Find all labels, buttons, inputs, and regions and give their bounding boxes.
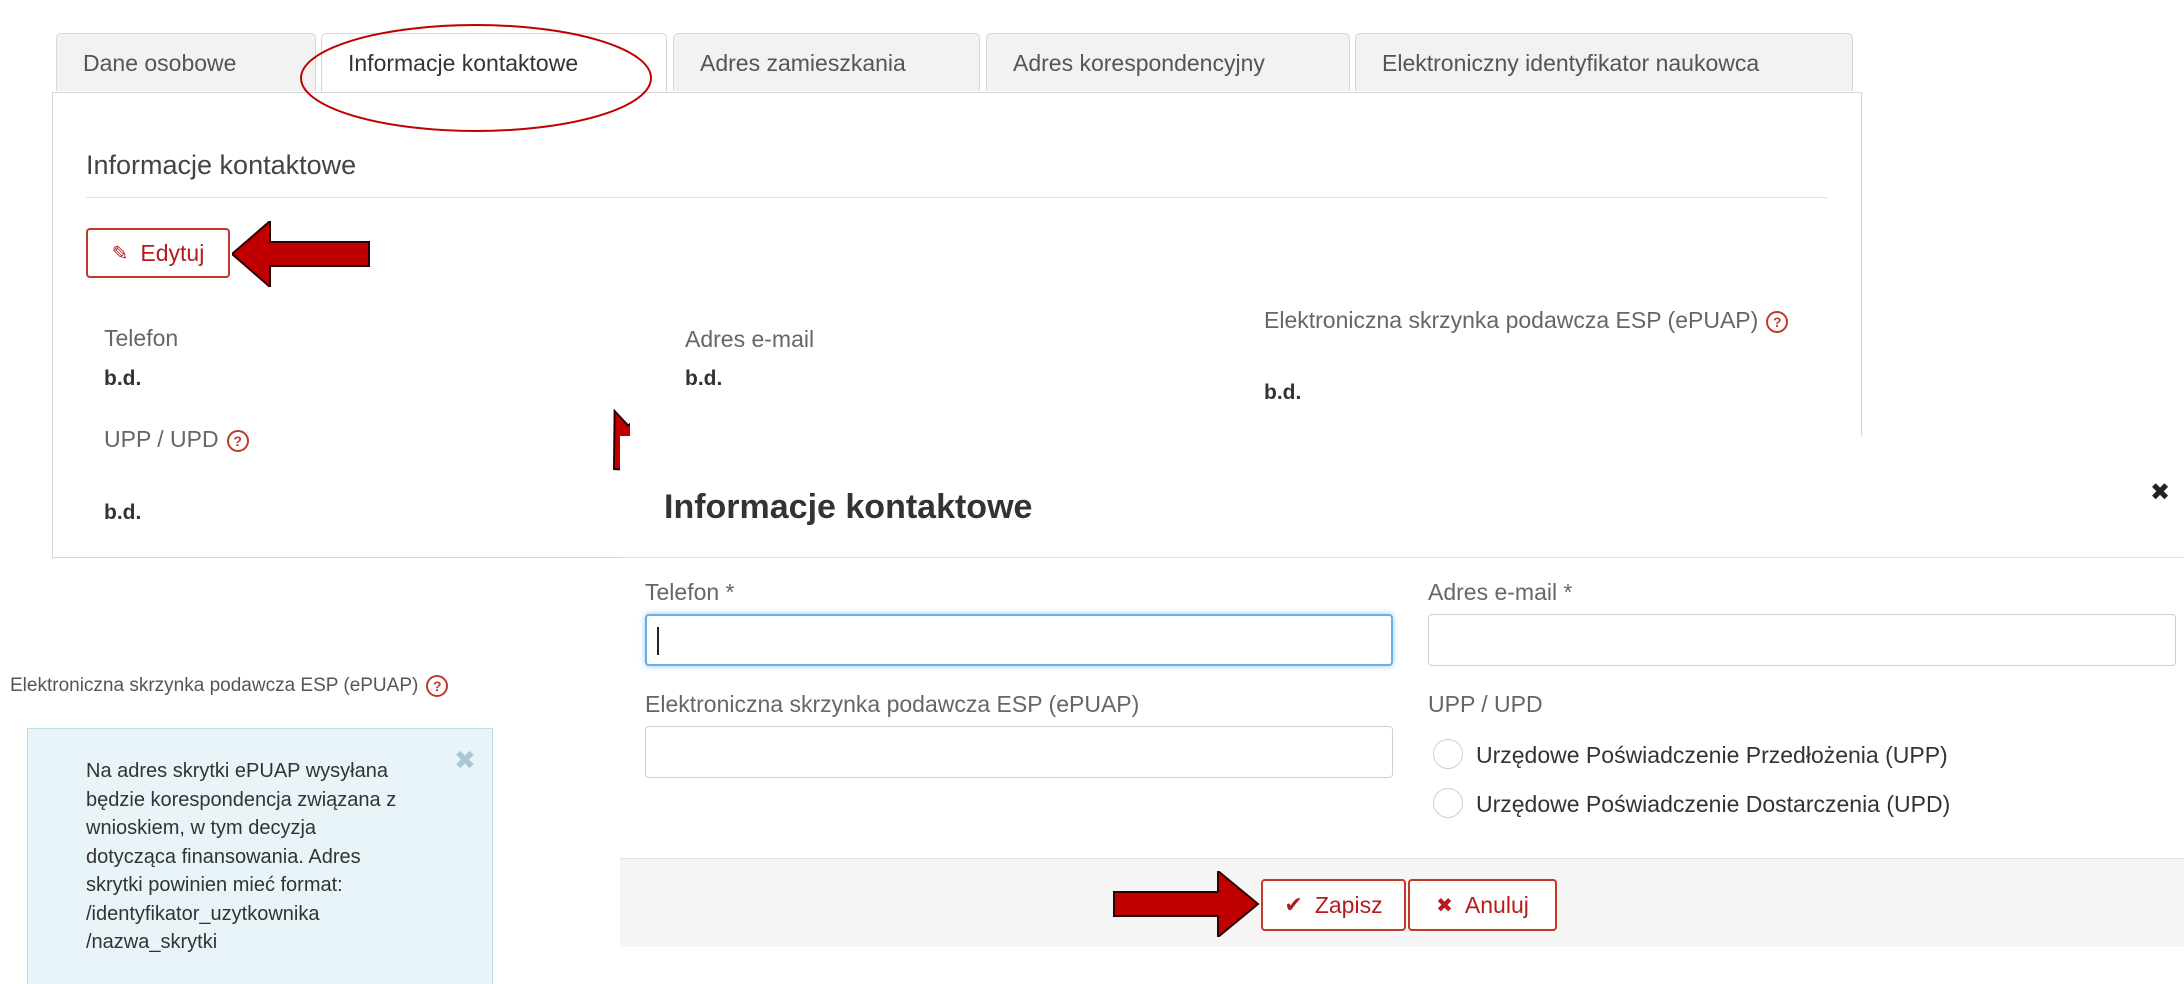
panel-heading: Informacje kontaktowe	[86, 150, 357, 180]
cancel-button-label: Anuluj	[1464, 891, 1529, 918]
esp-value: b.d.	[1264, 381, 1302, 404]
text-cursor	[657, 627, 659, 655]
cancel-button[interactable]: ✖ Anuluj	[1408, 879, 1557, 931]
esp-label: Elektroniczna skrzynka podawcza ESP (ePU…	[1264, 307, 1789, 334]
close-icon[interactable]: ✖	[454, 745, 476, 776]
save-button-label: Zapisz	[1314, 891, 1383, 918]
email-input[interactable]	[1428, 614, 2176, 666]
telefon-label: Telefon	[104, 325, 179, 351]
modal-upp-label: UPP / UPD	[1428, 691, 1543, 717]
upp-label: UPP / UPD?	[104, 426, 249, 453]
modal-email-label: Adres e-mail *	[1428, 579, 1573, 605]
telefon-input[interactable]	[645, 614, 1393, 666]
radio-upd-label: Urzędowe Poświadczenie Dostarczenia (UPD…	[1476, 791, 1951, 817]
close-icon[interactable]: ✖	[2150, 478, 2170, 507]
pencil-icon: ✎	[111, 242, 129, 265]
arrow-left-icon	[232, 221, 370, 287]
email-label: Adres e-mail	[685, 326, 815, 352]
modal-header: Informacje kontaktowe ✖	[620, 436, 2184, 558]
esp-input[interactable]	[645, 726, 1393, 778]
modal-esp-label: Elektroniczna skrzynka podawcza ESP (ePU…	[645, 691, 1140, 717]
panel-divider	[86, 197, 1828, 198]
telefon-value: b.d.	[104, 367, 142, 390]
info-popover-text: Na adres skrytki ePUAP wysyłana będzie k…	[86, 760, 397, 953]
upp-value: b.d.	[104, 501, 142, 524]
help-icon[interactable]: ?	[426, 675, 449, 697]
radio-upp[interactable]	[1433, 739, 1463, 769]
email-value: b.d.	[685, 367, 723, 390]
radio-upd[interactable]	[1433, 788, 1463, 818]
arrow-right-icon	[1113, 871, 1260, 937]
help-icon[interactable]: ?	[226, 429, 249, 452]
highlight-ellipse	[300, 24, 652, 132]
save-button[interactable]: ✔ Zapisz	[1261, 879, 1406, 931]
tab-adres-korespondencyjny[interactable]: Adres korespondencyjny	[986, 33, 1350, 91]
esp-side-label: Elektroniczna skrzynka podawcza ESP (ePU…	[10, 675, 449, 697]
radio-upp-label: Urzędowe Poświadczenie Przedłożenia (UPP…	[1476, 742, 1948, 768]
help-icon[interactable]: ?	[1766, 310, 1789, 333]
edit-button-label: Edytuj	[140, 239, 205, 266]
x-icon: ✖	[1436, 894, 1453, 917]
modal-telefon-label: Telefon *	[645, 579, 735, 605]
tab-dane-osobowe[interactable]: Dane osobowe	[56, 33, 316, 91]
info-popover: Na adres skrytki ePUAP wysyłana będzie k…	[27, 728, 493, 984]
tab-adres-zamieszkania[interactable]: Adres zamieszkania	[673, 33, 980, 91]
contact-info-modal: Informacje kontaktowe ✖ Telefon * Adres …	[620, 436, 2184, 947]
arrow-diagonal-icon	[612, 315, 630, 474]
modal-title: Informacje kontaktowe	[664, 488, 1033, 526]
tab-elektroniczny-identyfikator[interactable]: Elektroniczny identyfikator naukowca	[1355, 33, 1853, 91]
edit-button[interactable]: ✎ Edytuj	[86, 228, 230, 278]
check-icon: ✔	[1284, 892, 1303, 917]
